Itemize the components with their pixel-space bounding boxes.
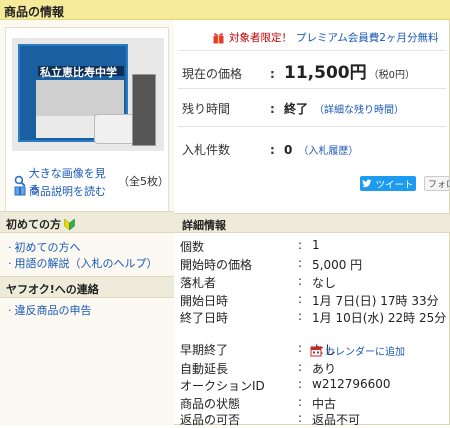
detail-colon: : <box>298 238 303 252</box>
image-box: 私立恵比寿中学 大きな画像を見る （全5枚） 商品説明を読む <box>5 27 169 222</box>
detail-row: 返品の可否: 返品不可 <box>180 411 360 428</box>
bid-history-link[interactable]: （入札履歴） <box>298 142 358 157</box>
sidebar-link-beginner[interactable]: · 初めての方へ <box>8 239 81 255</box>
sidebar-link-glossary[interactable]: · 用語の解説（入札のヘルプ） <box>8 255 158 271</box>
cd-caption: 私立恵比寿中学 <box>40 66 117 79</box>
contact-header: ヤフオク!への連絡 <box>0 276 174 298</box>
beginner-header-label: 初めての方 <box>6 218 61 231</box>
detail-value: 1月 7日(日) 17時 33分 <box>312 294 439 308</box>
detail-value: あり <box>312 362 337 376</box>
read-description-label: 商品説明を読む <box>29 185 106 198</box>
add-to-calendar-label: カレンダーに追加 <box>325 347 405 358</box>
detail-value: 中古 <box>312 397 337 411</box>
detail-row: 開始日時:1月 7日(日) 17時 33分 <box>180 292 439 309</box>
detail-row: 商品の状態: 中古 <box>180 395 336 412</box>
sidebar-link-report[interactable]: · 違反商品の申告 <box>8 302 92 318</box>
detail-colon: : <box>298 256 303 270</box>
detail-key: 商品の状態 <box>180 397 241 411</box>
detail-colon: : <box>298 395 303 409</box>
detail-key: 開始日時 <box>180 294 229 308</box>
detail-row: 終了日時:1月 10日(水) 22時 25分 <box>180 309 446 326</box>
sidebar-link-report-label: 違反商品の申告 <box>14 304 92 317</box>
detail-key: 終了日時 <box>180 311 229 325</box>
follow-label: フォロー <box>428 180 449 190</box>
remaining-time-row: 残り時間 : 終了 （詳細な残り時間） <box>182 101 405 116</box>
beginner-header: 初めての方 <box>0 211 174 233</box>
detail-colon: : <box>298 274 303 288</box>
detail-key: 個数 <box>180 240 205 254</box>
detail-value: 5,000 円 <box>312 258 363 272</box>
follow-button[interactable]: フォロー <box>424 176 450 191</box>
detail-key: 自動延長 <box>180 362 229 376</box>
contact-header-label: ヤフオク!への連絡 <box>6 283 99 296</box>
bid-count-label: 入札件数 <box>182 143 231 157</box>
detail-key: 落札者 <box>180 276 217 290</box>
detail-value: w212796600 <box>312 377 391 391</box>
remaining-time-value: 終了 <box>284 102 309 116</box>
gift-icon <box>213 32 224 43</box>
details-header: 詳細情報 <box>174 213 450 233</box>
detail-row: 落札者: なし <box>180 274 336 291</box>
detail-value: 1 <box>312 238 320 252</box>
detail-key: 開始時の価格 <box>180 258 253 272</box>
current-price-row: 現在の価格 : 11,500円 （税0円） <box>182 58 415 83</box>
right-column: 対象者限定！ プレミアム会員費2ヶ月分無料 現在の価格 : 11,500円 （税… <box>174 20 450 428</box>
tweet-label: ツイート <box>375 179 414 191</box>
photo-card-graphic <box>132 74 156 146</box>
detail-colon: : <box>298 360 303 374</box>
remaining-time-detail-link[interactable]: （詳細な残り時間） <box>314 101 404 116</box>
read-description-link[interactable]: 商品説明を読む <box>14 183 106 199</box>
sidebar-link-beginner-label: 初めての方へ <box>14 241 81 254</box>
image-count: （全5枚） <box>118 175 170 188</box>
remaining-time-label: 残り時間 <box>182 102 231 116</box>
divider <box>178 50 446 51</box>
product-image[interactable]: 私立恵比寿中学 <box>12 38 164 151</box>
detail-key: 返品の可否 <box>180 413 241 427</box>
detail-value: 1月 10日(水) 22時 25分 <box>312 311 447 325</box>
detail-key: 早期終了 <box>180 343 229 357</box>
premium-promo-link[interactable]: 対象者限定！ プレミアム会員費2ヶ月分無料 <box>212 30 438 45</box>
detail-row: 個数:1 <box>180 238 320 255</box>
add-to-calendar-link[interactable]: カレンダーに追加 <box>310 343 405 358</box>
detail-value: 返品不可 <box>312 413 361 427</box>
promo-target: 対象者限定！ <box>229 32 292 44</box>
detail-key: オークションID <box>180 379 265 393</box>
book-icon <box>14 186 26 196</box>
calendar-icon <box>310 346 322 356</box>
detail-row: オークションID: w212796600 <box>180 377 391 394</box>
twitter-bird-icon <box>362 179 372 188</box>
detail-colon: : <box>298 377 303 391</box>
detail-row: 自動延長: あり <box>180 360 336 377</box>
beginner-mark-icon <box>64 217 75 231</box>
detail-row: 開始時の価格:5,000 円 <box>180 256 362 273</box>
detail-colon: : <box>298 309 303 323</box>
bid-count-row: 入札件数 : 0 （入札履歴） <box>182 142 359 157</box>
current-price-label: 現在の価格 <box>182 67 243 81</box>
current-price-value: 11,500円 <box>284 63 367 83</box>
page-title: 商品の情報 <box>0 0 450 20</box>
sidebar-link-glossary-label: 用語の解説（入札のヘルプ） <box>14 257 158 270</box>
promo-offer: プレミアム会員費2ヶ月分無料 <box>296 32 439 44</box>
detail-colon: : <box>298 292 303 306</box>
bid-count-value: 0 <box>284 143 293 157</box>
divider <box>178 88 446 89</box>
left-column: 私立恵比寿中学 大きな画像を見る （全5枚） 商品説明を読む 初めての方 · 初… <box>0 20 174 425</box>
tweet-button[interactable]: ツイート <box>360 176 416 191</box>
detail-colon: : <box>298 411 303 425</box>
divider <box>178 126 446 127</box>
price-tax: （税0円） <box>368 70 415 81</box>
detail-value: なし <box>312 276 337 290</box>
